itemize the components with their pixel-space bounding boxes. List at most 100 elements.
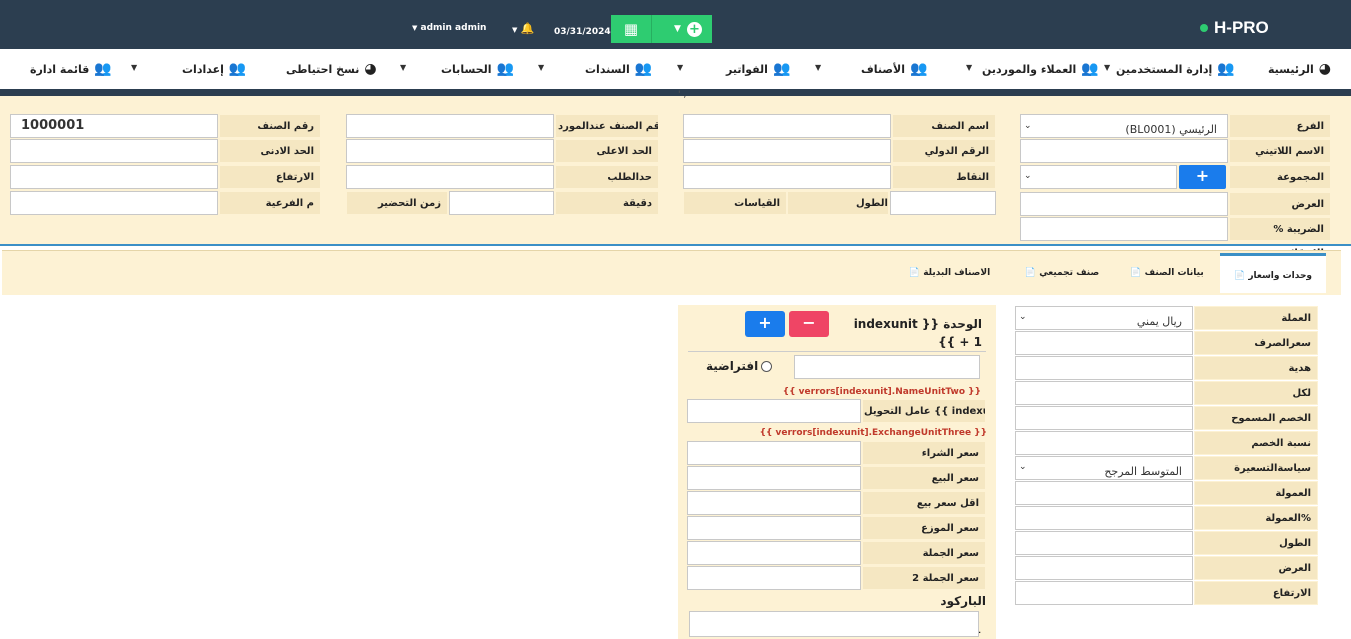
user-menu[interactable]: ▼ admin admin	[412, 23, 486, 33]
exchange-rate-input[interactable]	[1015, 331, 1193, 355]
chevron-down-icon[interactable]: ⌄	[1024, 171, 1032, 181]
pricing-policy-select[interactable]: المتوسط المرجح	[1015, 456, 1193, 480]
tab-alternative-items[interactable]: 📄 الاصناف البديلة	[892, 253, 1007, 293]
tab-label[interactable]: صنف تجميعي	[1039, 268, 1099, 278]
width-input[interactable]	[1020, 192, 1228, 216]
discount-ratio-input[interactable]	[1015, 431, 1193, 455]
tab-label[interactable]: وحدات واسعار	[1248, 271, 1312, 281]
group-select[interactable]	[1020, 165, 1177, 189]
quick-actions-button[interactable]: ▦ ▼ +	[611, 15, 712, 43]
branch-select[interactable]: الرئيسي (BL0001)	[1020, 114, 1228, 138]
nav-backup[interactable]: نسخ احتياطى ◕	[286, 61, 377, 77]
tab-units-prices[interactable]: 📄 وحدات واسعار	[1220, 253, 1326, 293]
bell-icon[interactable]: 🔔	[521, 22, 535, 35]
conversion-input[interactable]	[687, 399, 861, 423]
chevron-down-icon[interactable]: ⌄	[1019, 312, 1027, 322]
nav-label[interactable]: الأصناف	[861, 63, 905, 76]
item-number-input[interactable]: 1000001	[10, 114, 218, 138]
allowed-discount-input[interactable]	[1015, 406, 1193, 430]
item-number-label: رقم الصنف	[219, 114, 321, 138]
nav-label[interactable]: قائمة ادارة	[30, 63, 89, 76]
unit-panel: الوحدة {{ indexunit + 1 }} + − افتراضية …	[678, 305, 996, 639]
nav-vouchers[interactable]: السندات 👥	[585, 61, 652, 77]
nav-admin-menu[interactable]: قائمة ادارة 👥	[30, 61, 112, 77]
plus-circle-icon[interactable]: +	[686, 21, 702, 37]
nav-settings[interactable]: إعدادات 👥	[182, 61, 246, 77]
calculator-icon[interactable]: ▦	[611, 20, 651, 38]
length-input[interactable]	[1015, 531, 1193, 555]
chevron-down-icon[interactable]: ⌄	[1019, 462, 1027, 472]
supplier-item-number-input[interactable]	[346, 114, 554, 138]
wholesale-price-input[interactable]	[687, 541, 861, 565]
commission-pct-input[interactable]	[1015, 506, 1193, 530]
add-group-button[interactable]: +	[1179, 165, 1226, 189]
chevron-down-icon: ▼	[412, 24, 418, 32]
default-radio[interactable]: افتراضية	[706, 359, 773, 373]
per-input[interactable]	[1015, 381, 1193, 405]
points-input[interactable]	[683, 165, 891, 189]
item-name-input[interactable]	[683, 114, 891, 138]
nav-label[interactable]: الفواتير	[726, 63, 768, 76]
intl-number-input[interactable]	[683, 139, 891, 163]
distributor-price-input[interactable]	[687, 516, 861, 540]
nav-label[interactable]: إعدادات	[182, 63, 224, 76]
tab-label[interactable]: بيانات الصنف	[1145, 268, 1204, 278]
nav-label[interactable]: الرئيسية	[1268, 63, 1314, 76]
reorder-input[interactable]	[346, 165, 554, 189]
unit-title: الوحدة {{ indexunit + 1 }}	[853, 317, 982, 349]
buy-price-label: سعر الشراء	[862, 441, 986, 465]
remove-unit-button[interactable]: −	[789, 311, 829, 337]
prep-time-input[interactable]	[449, 191, 554, 215]
sub-input[interactable]	[10, 191, 218, 215]
wholesale-price-2-label: سعر الجملة 2	[862, 566, 986, 590]
add-unit-button[interactable]: +	[745, 311, 785, 337]
chevron-down-icon[interactable]: ▼	[815, 63, 821, 72]
radio-circle[interactable]	[761, 360, 773, 372]
nav-home[interactable]: الرئيسية ◕	[1268, 61, 1331, 77]
max-input[interactable]	[346, 139, 554, 163]
sell-price-input[interactable]	[687, 466, 861, 490]
latin-name-input[interactable]	[1020, 139, 1228, 163]
user-name[interactable]: admin admin	[421, 23, 487, 33]
min-sell-price-input[interactable]	[687, 491, 861, 515]
brand-logo: H-PRO	[1200, 18, 1269, 38]
chevron-down-icon[interactable]: ▼	[1104, 63, 1110, 72]
nav-label[interactable]: نسخ احتياطى	[286, 63, 359, 76]
height-input[interactable]	[1015, 581, 1193, 605]
chevron-down-icon[interactable]: ▼	[966, 63, 972, 72]
commission-input[interactable]	[1015, 481, 1193, 505]
chevron-down-icon[interactable]: ▼	[677, 63, 683, 72]
nav-label[interactable]: الحسابات	[441, 63, 491, 76]
chevron-down-icon[interactable]: ▼	[674, 24, 681, 34]
current-date: 03/31/2024	[554, 27, 611, 37]
wholesale-price-2-input[interactable]	[687, 566, 861, 590]
chevron-down-icon[interactable]: ▼	[538, 63, 544, 72]
tab-label[interactable]: الاصناف البديلة	[923, 268, 990, 278]
nav-invoices[interactable]: الفواتير 👥	[726, 61, 790, 77]
unit-name-input[interactable]	[794, 355, 980, 379]
nav-label[interactable]: العملاء والموردين	[982, 63, 1076, 76]
nav-customers[interactable]: العملاء والموردين 👥	[982, 61, 1099, 77]
nav-accounts[interactable]: الحسابات 👥	[441, 61, 514, 77]
nav-label[interactable]: السندات	[585, 63, 630, 76]
nav-items[interactable]: الأصناف 👥	[861, 61, 927, 77]
chevron-down-icon[interactable]: ▼	[400, 63, 406, 72]
notifications-bell[interactable]: ▼ 🔔	[512, 22, 535, 35]
currency-select[interactable]: ريال يمني	[1015, 306, 1193, 330]
width-input[interactable]	[1015, 556, 1193, 580]
gift-input[interactable]	[1015, 356, 1193, 380]
chevron-down-icon[interactable]: ▼	[131, 63, 137, 72]
min-input[interactable]	[10, 139, 218, 163]
barcode-label: الباركود	[940, 594, 986, 608]
tab-item-data[interactable]: 📄 بيانات الصنف	[1117, 253, 1217, 293]
barcode-input[interactable]	[689, 611, 979, 637]
tax-input[interactable]	[1020, 217, 1228, 241]
length-input[interactable]	[890, 191, 996, 215]
tab-composite-item[interactable]: 📄 صنف تجميعي	[1012, 253, 1112, 293]
buy-price-input[interactable]	[687, 441, 861, 465]
chevron-down-icon[interactable]: ⌄	[1024, 121, 1032, 131]
users-icon: 👥	[634, 61, 653, 77]
height-input[interactable]	[10, 165, 218, 189]
nav-label[interactable]: إدارة المستخدمين	[1116, 63, 1212, 76]
nav-users[interactable]: إدارة المستخدمين 👥	[1116, 61, 1235, 77]
